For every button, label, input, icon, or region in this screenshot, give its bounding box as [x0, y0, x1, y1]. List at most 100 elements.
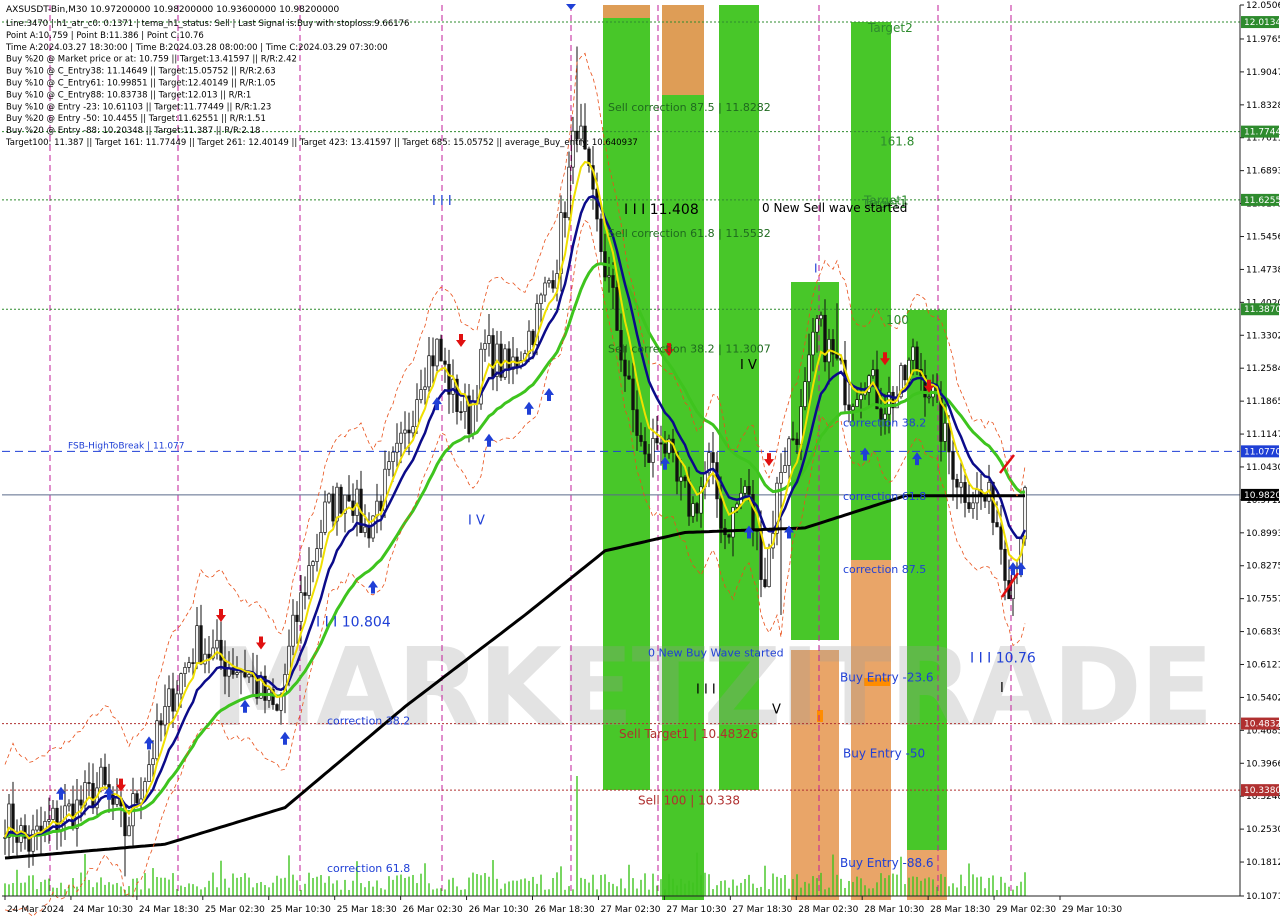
candle-body [787, 438, 791, 466]
candle-body [423, 386, 427, 390]
y-tick-label: 11.5456 [1246, 233, 1280, 243]
candle-body [31, 829, 35, 852]
candle-body [539, 294, 543, 304]
annotation-label: Target2 [867, 21, 913, 35]
annotation-label: 0 New Sell wave started [762, 201, 907, 215]
candle-body [735, 503, 739, 508]
info-line: Buy %20 @ Entry -88: 10.20348 || Target:… [6, 126, 260, 136]
annotation-label: Sell Target1 | 10.48326 [619, 727, 758, 741]
candle-body [963, 482, 967, 503]
y-tick-label: 10.6121 [1246, 660, 1280, 670]
annotation-label: correction 61.8 [843, 490, 926, 503]
y-tick-label: 10.2530 [1246, 825, 1280, 835]
annotation-label: Sell correction 61.8 | 11.5532 [608, 227, 771, 240]
candle-body [819, 314, 823, 320]
annotation-label: 100 [886, 313, 909, 327]
candle-body [551, 280, 555, 289]
x-tick-label: 25 Mar 18:30 [337, 905, 397, 915]
candle-body [335, 486, 339, 522]
candle-body [295, 614, 299, 622]
y-tick-label: 11.2584 [1246, 364, 1280, 374]
candle-body [955, 478, 959, 488]
candle-body [611, 275, 615, 288]
candle-body [319, 532, 323, 550]
candle-body [215, 639, 219, 649]
candle-body [435, 338, 439, 367]
y-tick-label: 11.9765 [1246, 35, 1280, 45]
candle-body [419, 389, 423, 400]
chart-root: MARKETZITRADE Target2 Target1 Target1 161.8… [0, 0, 1280, 920]
candle-body [855, 399, 859, 407]
annotation-label: Buy Entry -50 [843, 746, 925, 760]
candle-body [847, 404, 851, 411]
info-line: Buy %10 @ C_Entry38: 11.14649 || Target:… [6, 67, 276, 77]
candle-body [663, 443, 667, 454]
y-tick-label: 10.6839 [1246, 628, 1280, 638]
candle-body [451, 378, 455, 395]
candle-body [39, 825, 43, 832]
candle-body [207, 653, 211, 659]
candle-body [815, 318, 819, 333]
x-tick-label: 24 Mar 18:30 [139, 905, 199, 915]
info-line: Buy %10 @ C_Entry88: 10.83738 || Target:… [6, 90, 251, 100]
fsb-label: FSB-HighToBreak | 11.077 [68, 441, 185, 451]
candle-body [543, 282, 547, 296]
candle-body [871, 369, 875, 377]
price-level-tag-label: 11.7744 [1244, 128, 1280, 138]
candle-body [783, 465, 787, 473]
candle-body [115, 797, 119, 805]
candle-body [631, 378, 635, 411]
y-tick-label: 10.3966 [1246, 759, 1280, 769]
annotation-label: I V [740, 358, 757, 373]
candle-body [415, 399, 419, 427]
candle-body [167, 688, 171, 707]
candle-body [811, 331, 815, 356]
candle-body [147, 764, 151, 782]
candle-body [943, 422, 947, 442]
candle-body [183, 667, 187, 674]
y-tick-label: 11.3302 [1246, 331, 1280, 341]
y-tick-label: 10.1812 [1246, 858, 1280, 868]
candle-body [47, 819, 51, 822]
annotation-label: Sell correction 38.2 | 11.3007 [608, 343, 771, 356]
annotation-label: I I I [696, 682, 716, 697]
info-line: Time A:2024.03.27 18:30:00 | Time B:2024… [5, 43, 388, 53]
candle-body [683, 476, 687, 482]
y-tick-label: 11.1865 [1246, 397, 1280, 407]
info-line: Line:3470 | h1_atr_c0: 0.1371 | tema_h1_… [6, 19, 409, 29]
candle-body [235, 672, 239, 675]
candle-body [427, 355, 431, 388]
candle-body [951, 451, 955, 480]
annotation-label: I I I 10.76 [970, 651, 1036, 667]
annotation-label: Sell 100 | 10.338 [638, 794, 740, 808]
x-tick-label: 26 Mar 18:30 [535, 905, 595, 915]
candle-body [807, 354, 811, 382]
price-level-tag-label: 11.3870 [1244, 305, 1280, 315]
candle-body [635, 409, 639, 436]
info-line: Buy %20 @ Market price or at: 10.759 || … [6, 55, 297, 65]
y-tick-label: 10.8275 [1246, 562, 1280, 572]
symbol-line: AXSUSDT-Bin,M30 10.97200000 10.98200000 … [6, 5, 340, 15]
annotation-label: correction 38.2 [327, 714, 410, 727]
candle-body [695, 503, 699, 514]
price-level-tag-label: 11.6255 [1244, 196, 1280, 206]
annotation-label: correction 87.5 [843, 563, 926, 576]
x-tick-label: 28 Mar 02:30 [798, 905, 858, 915]
x-tick-label: 26 Mar 10:30 [469, 905, 529, 915]
y-tick-label: 11.4738 [1246, 265, 1280, 275]
x-tick-label: 28 Mar 18:30 [930, 905, 990, 915]
candle-body [959, 482, 963, 488]
candle-body [743, 486, 747, 494]
y-tick-label: 10.7557 [1246, 595, 1280, 605]
price-level-tag-label: 10.3380 [1244, 786, 1280, 796]
candle-body [151, 758, 155, 766]
y-tick-label: 11.8328 [1246, 101, 1280, 111]
candle-body [719, 498, 723, 529]
candle-body [247, 674, 251, 678]
price-chart[interactable]: MARKETZITRADE Target2Target1Target1161.8… [0, 0, 1280, 920]
x-tick-label: 25 Mar 02:30 [205, 905, 265, 915]
candle-body [127, 825, 131, 837]
info-line: Buy %20 @ Entry -50: 10.4455 || Target:1… [6, 114, 266, 124]
annotation-label: correction 61.8 [327, 862, 410, 875]
candle-body [567, 166, 571, 218]
